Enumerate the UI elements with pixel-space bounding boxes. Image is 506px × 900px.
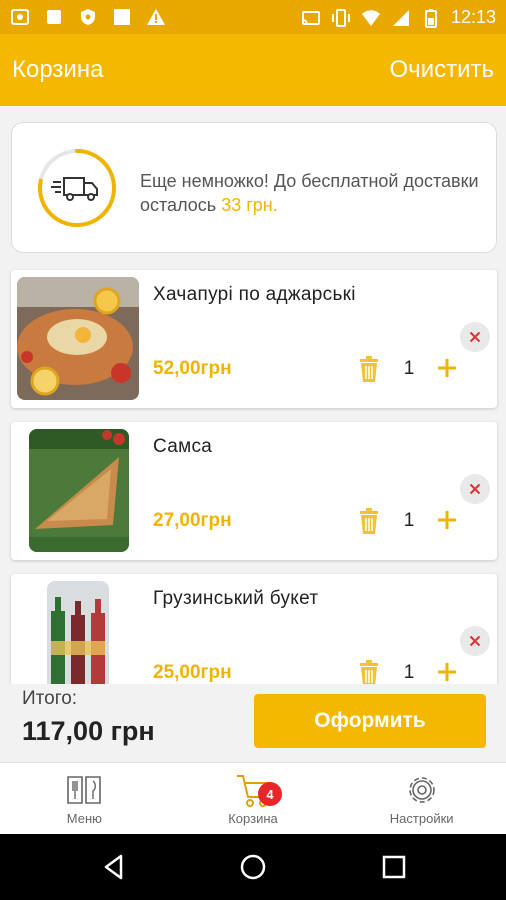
trash-icon[interactable] xyxy=(357,356,381,382)
remove-item-button[interactable] xyxy=(460,322,490,352)
order-summary: Итого: 117,00 грн Оформить xyxy=(0,684,506,762)
bottom-navigation: Меню Корзина Настройки xyxy=(0,762,506,834)
stop-icon xyxy=(47,10,61,24)
shield-icon xyxy=(81,9,95,25)
delivery-progress-ring xyxy=(38,149,116,227)
quantity-value: 1 xyxy=(403,662,415,683)
product-name: Хачапурі по аджарські xyxy=(153,284,356,305)
cart-count-badge: 4 xyxy=(258,782,282,806)
product-price: 25,00грн xyxy=(153,662,232,683)
wifi-icon xyxy=(361,9,380,26)
cart-item: Грузинський букет 25,00грн 1 xyxy=(11,574,497,684)
signal-icon xyxy=(392,9,409,26)
cart-item: Хачапурі по аджарські 52,00грн 1 xyxy=(11,270,497,408)
clear-cart-button[interactable]: Очистить xyxy=(390,56,494,84)
checkout-button[interactable]: Оформить xyxy=(254,694,486,748)
cart-content[interactable]: Еще немножко! До бесплатной доставки ост… xyxy=(0,106,506,684)
total-label: Итого: xyxy=(22,688,78,709)
product-price: 27,00грн xyxy=(153,510,232,531)
system-navigation-bar xyxy=(0,834,506,900)
trash-icon[interactable] xyxy=(357,508,381,534)
delivery-message-text: Еще немножко! До бесплатной доставки ост… xyxy=(140,171,479,215)
nav-item-menu[interactable]: Меню xyxy=(0,763,169,834)
total-value: 117,00 грн xyxy=(22,716,155,746)
product-price: 52,00грн xyxy=(153,358,232,379)
gear-icon xyxy=(408,777,435,803)
increase-quantity-button[interactable] xyxy=(435,660,459,684)
remove-item-button[interactable] xyxy=(460,474,490,504)
product-name: Самса xyxy=(153,436,213,457)
product-image xyxy=(29,429,129,552)
nav-item-cart[interactable]: Корзина xyxy=(169,763,338,834)
quantity-value: 1 xyxy=(403,358,415,379)
free-delivery-card: Еще немножко! До бесплатной доставки ост… xyxy=(11,122,497,253)
delivery-message: Еще немножко! До бесплатной доставки ост… xyxy=(140,169,480,217)
square-icon xyxy=(114,9,130,25)
recent-apps-icon[interactable] xyxy=(379,852,409,882)
menu-book-icon xyxy=(67,776,102,804)
vibrate-icon xyxy=(331,8,350,27)
increase-quantity-button[interactable] xyxy=(435,508,459,532)
product-image xyxy=(47,581,109,684)
clock: 12:13 xyxy=(450,7,496,27)
nav-item-settings[interactable]: Настройки xyxy=(337,763,506,834)
app-bar: Корзина Очистить xyxy=(0,34,506,106)
remove-item-button[interactable] xyxy=(460,626,490,656)
delivery-remaining-amount: 33 грн. xyxy=(221,195,278,215)
nav-label-menu: Меню xyxy=(66,811,102,826)
increase-quantity-button[interactable] xyxy=(435,356,459,380)
product-name: Грузинський букет xyxy=(153,588,319,609)
delivery-truck-icon xyxy=(51,177,98,201)
screencast-icon xyxy=(301,10,320,25)
nav-label-cart: Корзина xyxy=(228,811,278,826)
page-title: Корзина xyxy=(12,56,104,83)
warning-icon xyxy=(147,9,165,25)
status-bar: 12:13 xyxy=(0,0,506,34)
nav-label-settings: Настройки xyxy=(389,811,454,826)
cart-item: Самса 27,00грн 1 xyxy=(11,422,497,560)
cast-icon xyxy=(11,9,29,25)
product-image xyxy=(17,277,139,400)
home-icon[interactable] xyxy=(238,852,268,882)
trash-icon[interactable] xyxy=(357,660,381,684)
battery-icon xyxy=(424,8,437,28)
quantity-value: 1 xyxy=(403,510,415,531)
back-icon[interactable] xyxy=(99,852,129,882)
